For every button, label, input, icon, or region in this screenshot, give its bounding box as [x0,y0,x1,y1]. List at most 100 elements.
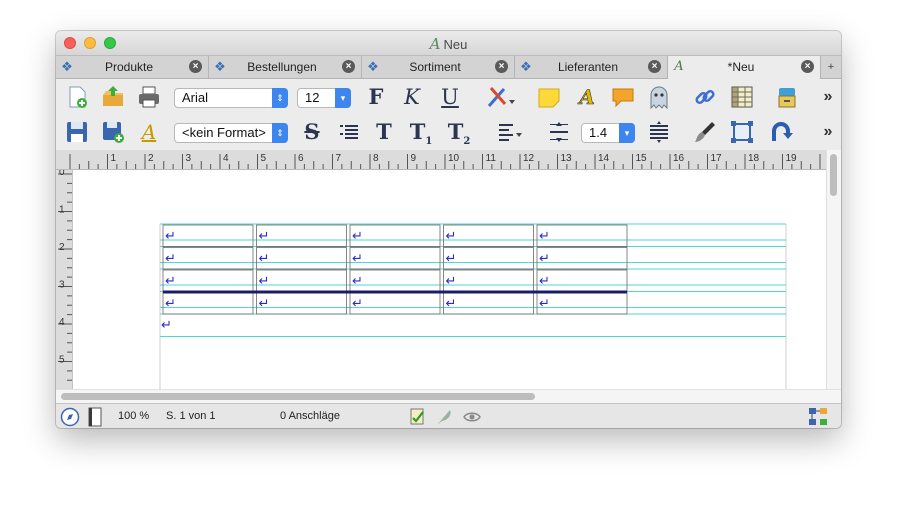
ghost-icon[interactable] [646,84,672,110]
new-tab-button[interactable]: + [821,56,841,78]
ruler-label: 9 [411,153,417,164]
title-bar: A Neu [56,31,841,55]
paragraph-format-select[interactable]: <kein Format> ⇕ [174,123,288,143]
tab-produkte[interactable]: ❖ Produkte × [56,56,209,78]
tab-label: Sortiment [409,60,461,74]
table-cell [536,292,628,315]
document-page[interactable]: ↵ ↵ ↵ ↵ ↵ ↵ ↵ ↵ ↵ ↵ ↵ ↵ ↵ ↵ ↵ ↵ ↵ ↵ ↵ ↵ ↵ [73,170,826,389]
tab-bestellungen[interactable]: ❖ Bestellungen × [209,56,362,78]
text-style-icon[interactable]: A [574,84,600,110]
new-document-icon[interactable] [64,84,90,110]
cell-paragraph-mark: ↵ [259,228,270,243]
ruler-label: 4 [59,317,65,328]
superscript-glyph: T [409,119,426,144]
ruler-label: 10 [448,153,460,164]
table-cell [443,247,534,270]
formatting-toolbar: Arial ⇕ 12 ▾ F K U A » [56,80,841,114]
app-window: A Neu ❖ Produkte × ❖ Bestellungen × ❖ Sor… [56,31,841,428]
tab-label: *Neu [727,60,755,74]
database-icon: ❖ [367,59,379,74]
ruler-label: 15 [636,153,648,164]
justify-spacing-icon[interactable] [646,119,672,145]
ruler-label: 5 [261,153,267,164]
tab-neu[interactable]: A *Neu × [668,56,821,79]
database-drawer-icon[interactable] [774,84,800,110]
row-selection-bar [163,290,627,294]
tools-icon[interactable] [486,84,515,110]
tab-close-button[interactable]: × [189,60,202,73]
font-size-select[interactable]: 12 ▾ [297,88,351,108]
ruler-label: 8 [373,153,379,164]
font-size-value: 12 [305,90,320,105]
cell-paragraph-mark: ↵ [539,228,550,243]
tab-close-button[interactable]: × [495,60,508,73]
eye-icon[interactable] [462,407,481,425]
toolbar-overflow-button[interactable]: » [819,119,837,145]
comment-icon[interactable] [610,84,636,110]
align-icon[interactable] [496,119,522,145]
bold-button[interactable]: F [363,84,389,110]
ruler-label: 6 [298,153,304,164]
ruler-ticks: 0 1 2 3 4 5 [58,167,72,381]
vertical-ruler[interactable]: 0 1 2 3 4 5 [56,167,73,389]
ruler-label: 2 [59,242,65,253]
sticky-note-icon[interactable] [536,84,562,110]
strikethrough-button[interactable]: S [299,119,325,145]
underline-button[interactable]: U [437,84,463,110]
toolbar-overflow-button[interactable]: » [819,84,837,110]
cell-paragraph-mark: ↵ [446,228,457,243]
open-icon[interactable] [100,84,126,110]
tab-close-button[interactable]: × [801,60,814,73]
ruler-label: 19 [786,153,798,164]
ruler-label: 14 [598,153,610,164]
feather-icon[interactable] [434,407,452,425]
cell-paragraph-mark: ↵ [352,296,363,311]
line-spacing-select[interactable]: 1.4 ▾ [581,123,635,143]
vertical-scroll-thumb[interactable] [830,154,837,196]
save-as-icon[interactable] [100,119,126,145]
brush-icon[interactable] [692,119,718,145]
font-family-select[interactable]: Arial ⇕ [174,88,288,108]
selection-frame-icon[interactable] [729,119,755,145]
subscript-button[interactable]: T2 [446,119,472,147]
cell-paragraph-mark: ↵ [352,228,363,243]
layout-view-icon[interactable] [86,407,104,427]
zoom-level[interactable]: 100 % [118,410,149,422]
tab-label: Bestellungen [247,60,317,74]
tab-close-button[interactable]: × [342,60,355,73]
tab-lieferanten[interactable]: ❖ Lieferanten × [515,56,668,78]
spellcheck-icon[interactable] [408,407,426,425]
table-cell [443,269,534,292]
paragraph-format-value: <kein Format> [182,125,266,140]
horizontal-scroll-thumb[interactable] [61,393,535,400]
updown-arrows-icon: ⇕ [272,123,288,143]
compass-icon[interactable] [60,407,80,427]
hierarchy-icon[interactable] [808,407,827,425]
italic-button[interactable]: K [399,84,425,110]
vertical-scrollbar[interactable] [826,150,841,389]
horizontal-scrollbar[interactable] [56,389,841,403]
table-cell [536,247,628,270]
style-icon[interactable]: A [136,119,162,145]
table-cell [162,224,254,247]
link-icon[interactable] [692,84,718,110]
table-icon[interactable] [729,84,755,110]
print-icon[interactable] [136,84,162,110]
table-cell [256,269,347,292]
table-cell [162,269,254,292]
text-button[interactable]: T [371,119,397,145]
save-icon[interactable] [64,119,90,145]
table-cell [349,224,441,247]
character-count: 0 Anschläge [280,410,340,422]
cell-paragraph-mark: ↵ [352,251,363,266]
tab-sortiment[interactable]: ❖ Sortiment × [362,56,515,78]
tab-close-button[interactable]: × [648,60,661,73]
horizontal-ruler[interactable]: 1 2 3 4 5 6 7 8 9 10 11 12 13 14 15 16 17 18 19 [56,150,826,170]
ruler-ticks: 1 2 3 4 5 6 7 8 9 10 11 12 13 14 15 16 17 18 19 [69,153,821,169]
ruler-label: 3 [59,280,65,291]
spacing-icon[interactable] [546,119,572,145]
document-table[interactable]: ↵ ↵ ↵ ↵ ↵ ↵ ↵ ↵ ↵ ↵ ↵ ↵ ↵ ↵ ↵ ↵ ↵ ↵ ↵ ↵ ↵ [73,170,826,389]
undo-swirl-icon[interactable] [768,119,794,145]
superscript-button[interactable]: T1 [408,119,434,147]
list-icon[interactable] [336,119,362,145]
